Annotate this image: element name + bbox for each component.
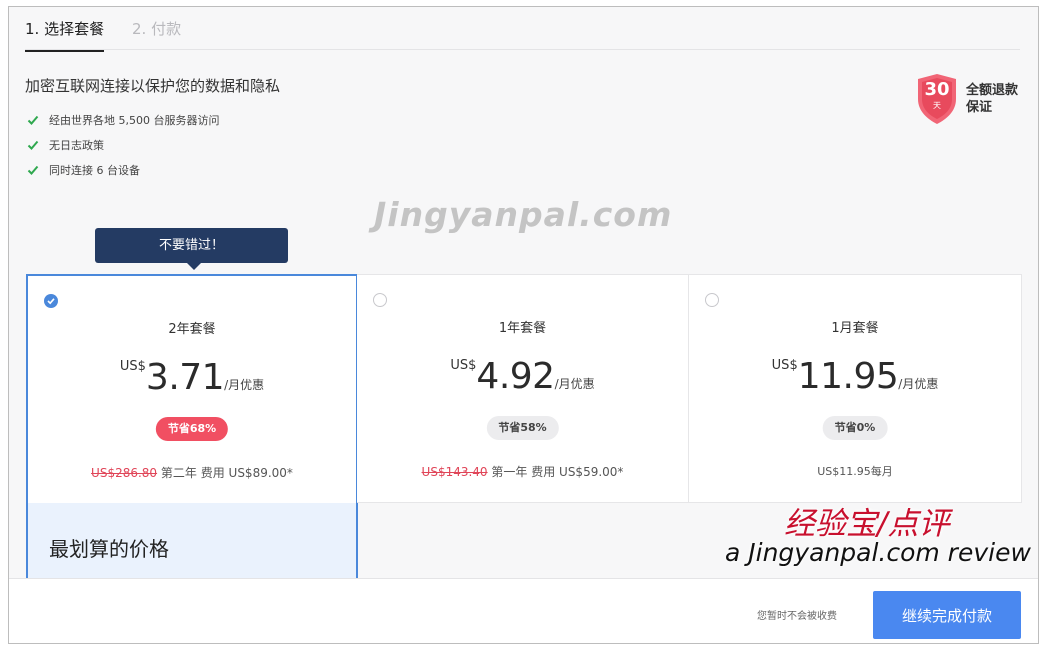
watermark: Jingyanpal.com — [374, 195, 673, 234]
continue-payment-button[interactable]: 继续完成付款 — [873, 591, 1021, 639]
billing-detail: 第二年 费用 US$89.00* — [160, 466, 293, 480]
feature-item: 同时连接 6 台设备 — [27, 157, 219, 182]
savings-badge: 节省58% — [486, 416, 559, 440]
page-title: 加密互联网连接以保护您的数据和隐私 — [25, 77, 281, 95]
plan-card-1year[interactable]: 1年套餐 US$4.92/月优惠 节省58% US$143.40 第一年 费用 … — [357, 274, 689, 503]
original-price: US$143.40 — [421, 465, 488, 479]
billing-detail: 第一年 费用 US$59.00* — [491, 465, 624, 479]
plan-name: 1年套餐 — [498, 321, 547, 336]
price-period: /月优惠 — [554, 377, 595, 391]
guarantee-text: 全额退款保证 — [966, 83, 1019, 115]
guarantee-days: 30 — [924, 79, 950, 100]
check-icon — [27, 115, 39, 125]
step-select-plan[interactable]: 1. 选择套餐 — [25, 18, 105, 52]
no-charge-note: 您暂时不会被收费 — [757, 611, 837, 622]
plan-billing-note: US$143.40 第一年 费用 US$59.00* — [357, 463, 688, 480]
price-amount: 11.95 — [797, 356, 899, 397]
original-price: US$286.80 — [91, 466, 158, 480]
radio-unselected-icon[interactable] — [373, 293, 387, 307]
feature-list: 经由世界各地 5,500 台服务器访问 无日志政策 同时连接 6 台设备 — [27, 107, 219, 182]
plan-price: US$11.95/月优惠 — [689, 357, 1021, 397]
plan-card-2year[interactable]: 2年套餐 US$3.71/月优惠 节省68% US$286.80 第二年 费用 … — [26, 274, 358, 582]
price-period: /月优惠 — [224, 378, 265, 392]
plan-name: 1月套餐 — [831, 321, 879, 336]
price-period: /月优惠 — [898, 377, 939, 391]
plan-name: 2年套餐 — [168, 322, 216, 337]
checkout-frame: 1. 选择套餐 2. 付款 加密互联网连接以保护您的数据和隐私 经由世界各地 5… — [8, 6, 1039, 644]
money-back-guarantee: 30 天 全额退款保证 — [916, 73, 1026, 129]
guarantee-unit: 天 — [933, 101, 941, 110]
plan-billing-note: US$11.95每月 — [817, 465, 893, 478]
check-icon — [27, 165, 39, 175]
plan-billing-note: US$286.80 第二年 费用 US$89.00* — [28, 464, 356, 481]
promo-tooltip: 不要错过！ — [95, 228, 288, 270]
step-tabs: 1. 选择套餐 2. 付款 — [25, 7, 1020, 52]
price-amount: 3.71 — [145, 357, 225, 398]
check-icon — [27, 140, 39, 150]
price-currency: US$ — [119, 359, 146, 374]
feature-label: 经由世界各地 5,500 台服务器访问 — [49, 113, 220, 127]
best-value-banner: 最划算的价格 — [28, 503, 356, 582]
price-currency: US$ — [450, 358, 477, 373]
best-value-label: 最划算的价格 — [49, 537, 169, 561]
footer-bar: 您暂时不会被收费 继续完成付款 — [9, 578, 1038, 643]
price-currency: US$ — [771, 358, 798, 373]
price-amount: 4.92 — [476, 356, 555, 397]
step-payment[interactable]: 2. 付款 — [132, 18, 181, 50]
feature-label: 同时连接 6 台设备 — [49, 163, 140, 177]
radio-unselected-icon[interactable] — [705, 293, 719, 307]
plan-price: US$4.92/月优惠 — [357, 357, 688, 397]
review-watermark-cn: 经验宝/点评 — [784, 506, 950, 542]
review-watermark-en: a Jingyanpal.com review — [725, 538, 1031, 567]
savings-badge: 节省0% — [822, 416, 888, 440]
plan-card-1month[interactable]: 1月套餐 US$11.95/月优惠 节省0% US$11.95每月 — [688, 274, 1022, 503]
plan-price: US$3.71/月优惠 — [28, 358, 356, 398]
feature-item: 经由世界各地 5,500 台服务器访问 — [27, 107, 219, 132]
feature-label: 无日志政策 — [49, 138, 104, 152]
savings-badge: 节省68% — [155, 417, 229, 441]
feature-item: 无日志政策 — [27, 132, 219, 157]
radio-selected-icon[interactable] — [44, 294, 58, 308]
